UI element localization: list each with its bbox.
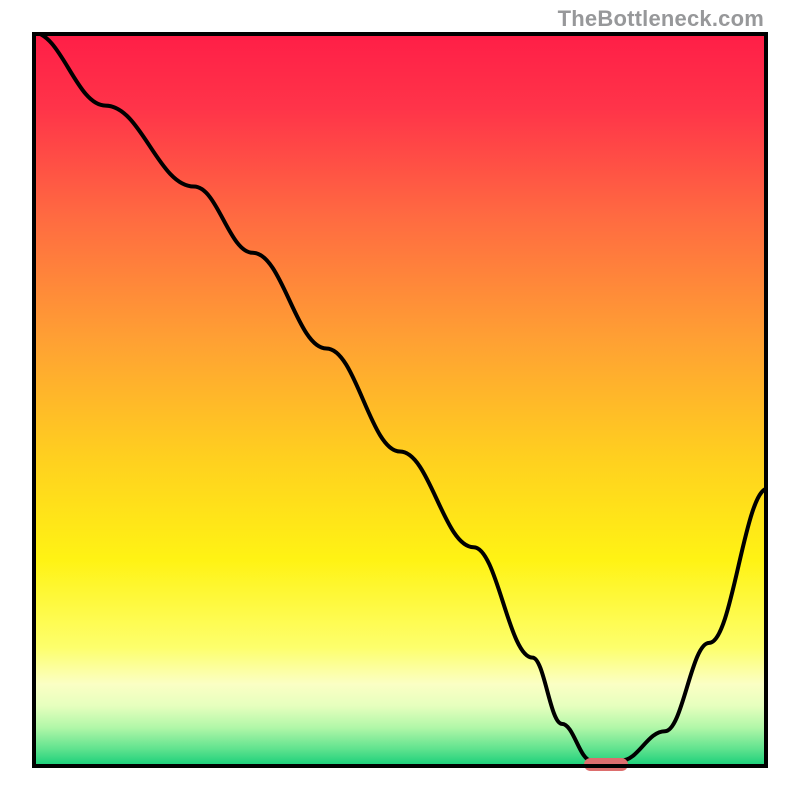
chart-container: TheBottleneck.com	[0, 0, 800, 800]
sweet-spot-marker	[584, 758, 628, 771]
attribution-watermark: TheBottleneck.com	[558, 6, 764, 32]
heat-gradient-background	[36, 36, 764, 764]
plot-area	[32, 32, 768, 768]
